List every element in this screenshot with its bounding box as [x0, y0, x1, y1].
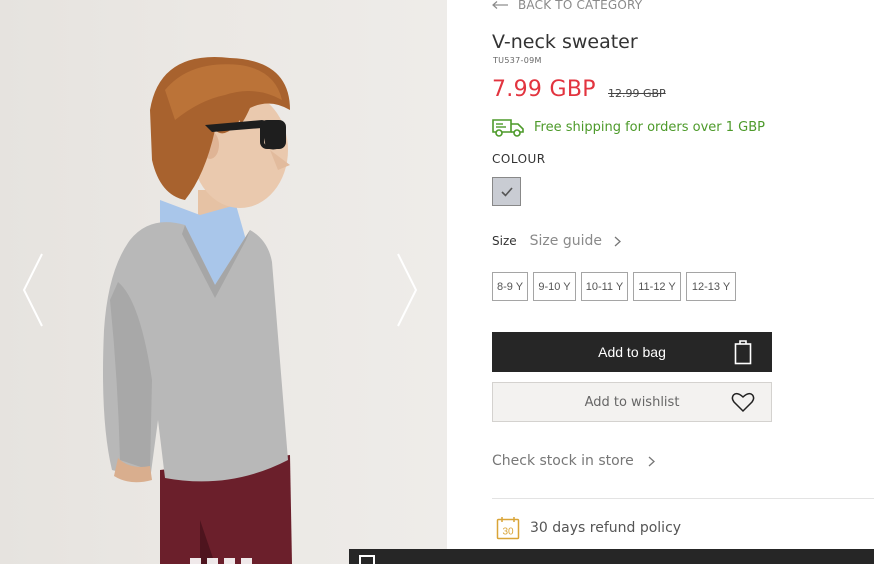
chevron-right-icon: [614, 236, 621, 246]
product-image-gallery: [0, 0, 447, 564]
size-guide-label: Size guide: [529, 233, 602, 249]
product-sku: TU537-09M: [493, 56, 542, 65]
colour-swatch-grey[interactable]: [492, 177, 521, 206]
refund-policy: 30 30 days refund policy: [496, 516, 681, 540]
size-guide-link[interactable]: Size guide: [530, 233, 621, 249]
delivery-truck-icon: [492, 119, 524, 137]
shipping-text: Free shipping for orders over 1 GBP: [534, 119, 766, 135]
current-price: 7.99 GBP: [492, 77, 596, 102]
checkmark-icon: [500, 186, 513, 197]
size-label: Size: [492, 234, 517, 248]
check-stock-label: Check stock in store: [492, 453, 634, 469]
heart-icon: [731, 392, 755, 413]
add-to-wishlist-button[interactable]: Add to wishlist: [492, 382, 772, 422]
gallery-dot[interactable]: [207, 558, 218, 564]
old-price: 12.99 GBP: [608, 87, 666, 100]
add-to-bag-label: Add to bag: [598, 344, 666, 360]
next-image-arrow-icon[interactable]: [392, 250, 422, 330]
colour-label: COLOUR: [492, 152, 546, 166]
calendar-number: 30: [502, 527, 514, 538]
size-option[interactable]: 8-9 Y: [492, 272, 528, 301]
product-title: V-neck sweater: [492, 31, 638, 53]
previous-image-arrow-icon[interactable]: [18, 250, 48, 330]
gallery-dot[interactable]: [224, 558, 235, 564]
size-option[interactable]: 11-12 Y: [633, 272, 681, 301]
calendar-icon: 30: [496, 517, 520, 540]
size-options: 8-9 Y 9-10 Y 10-11 Y 11-12 Y 12-13 Y: [492, 272, 736, 301]
add-to-bag-button[interactable]: Add to bag: [492, 332, 772, 372]
gallery-pagination-dots: [190, 558, 252, 564]
product-photo: [103, 57, 292, 564]
shopping-bag-icon: [734, 340, 752, 365]
arrow-left-icon: [492, 1, 508, 9]
gallery-dot[interactable]: [190, 558, 201, 564]
size-option[interactable]: 9-10 Y: [533, 272, 576, 301]
divider: [492, 498, 874, 499]
size-option[interactable]: 12-13 Y: [686, 272, 736, 301]
product-details-panel: BACK TO CATEGORY V-neck sweater TU537-09…: [447, 0, 874, 564]
chat-icon[interactable]: [359, 555, 375, 567]
wishlist-label: Add to wishlist: [584, 394, 680, 410]
check-stock-link[interactable]: Check stock in store: [492, 453, 655, 469]
free-shipping-notice: Free shipping for orders over 1 GBP: [491, 116, 765, 138]
back-link-label: BACK TO CATEGORY: [518, 0, 643, 12]
bottom-bar: [349, 549, 874, 567]
size-option[interactable]: 10-11 Y: [581, 272, 628, 301]
back-to-category-link[interactable]: BACK TO CATEGORY: [492, 0, 642, 12]
size-row: Size Size guide: [492, 233, 621, 249]
chevron-right-icon: [648, 456, 655, 466]
gallery-dot[interactable]: [241, 558, 252, 564]
refund-policy-label: 30 days refund policy: [530, 520, 682, 536]
